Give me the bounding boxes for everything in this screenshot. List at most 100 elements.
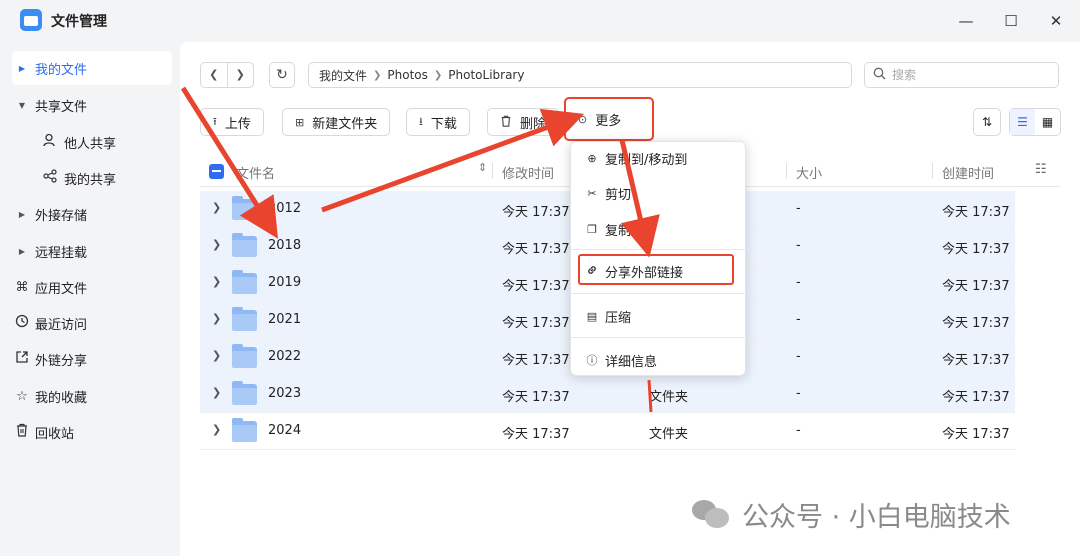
column-settings-icon[interactable]: ☷ [1035, 162, 1047, 177]
chevron-right-icon: ❯ [373, 69, 382, 81]
trash-icon [500, 115, 512, 130]
sidebar-item-my-shares[interactable]: 我的共享 [12, 161, 172, 195]
watermark: 公众号 · 小白电脑技术 [692, 494, 1011, 534]
history-nav: ❮ ❯ [200, 62, 254, 88]
chevron-right-icon[interactable]: ❯ [212, 349, 221, 362]
user-icon [40, 133, 60, 151]
row-name: 2023 [268, 386, 302, 401]
menu-item-label: 详细信息 [605, 354, 658, 370]
folder-icon [232, 418, 257, 442]
title-bar: 文件管理 — ☐ ✕ [0, 0, 1080, 42]
menu-item-copy-move[interactable]: ⊕ 复制到/移动到 [571, 143, 747, 173]
sidebar-item-external-storage[interactable]: ▶ 外接存储 [12, 197, 172, 231]
sort-button[interactable]: ⇅ [973, 108, 1001, 136]
wechat-logo-icon [692, 496, 732, 532]
row-created: 今天 17:37 [942, 316, 1010, 331]
trash-icon [12, 423, 32, 441]
breadcrumb-item[interactable]: 我的文件 [319, 67, 367, 84]
refresh-button[interactable]: ↻ [269, 62, 295, 88]
sidebar: ▶ 我的文件 ▼ 共享文件 他人共享 我的共享 ▶ 外接存储 ▶ 远程挂载 ⌘ … [0, 42, 180, 556]
external-link-icon [12, 350, 32, 368]
header-size[interactable]: 大小 [796, 163, 822, 182]
back-button[interactable]: ❮ [201, 63, 228, 87]
command-icon: ⌘ [15, 279, 29, 295]
sidebar-item-app-files[interactable]: ⌘ 应用文件 [12, 270, 172, 304]
row-modified: 今天 17:37 [502, 279, 570, 294]
row-type: 文件夹 [649, 427, 689, 442]
menu-item-label: 压缩 [605, 310, 632, 326]
grid-view-icon[interactable]: ▦ [1035, 109, 1060, 135]
sidebar-item-remote-mount[interactable]: ▶ 远程挂载 [12, 234, 172, 268]
row-size: - [796, 275, 801, 290]
search-icon [873, 67, 886, 84]
upload-button[interactable]: ⭱ 上传 [200, 108, 264, 136]
folder-icon [232, 381, 257, 405]
row-type: 文件夹 [649, 390, 689, 405]
sidebar-item-label: 我的共享 [64, 172, 117, 188]
list-view-icon[interactable]: ☰ [1010, 109, 1035, 135]
table-row[interactable]: ❯ 2024 今天 17:37 文件夹 - 今天 17:37 [200, 413, 1015, 450]
breadcrumb-item[interactable]: Photos [387, 68, 427, 82]
sidebar-item-shared-files[interactable]: ▼ 共享文件 [12, 88, 172, 122]
sidebar-item-favorites[interactable]: ☆ 我的收藏 [12, 379, 172, 413]
header-modified[interactable]: 修改时间 [502, 163, 554, 182]
chevron-right-icon[interactable]: ❯ [212, 423, 221, 436]
chevron-right-icon[interactable]: ❯ [212, 386, 221, 399]
search-input[interactable] [892, 68, 1042, 82]
chevron-right-icon: ❯ [433, 69, 443, 81]
row-modified: 今天 17:37 [502, 316, 570, 331]
download-button[interactable]: ⭳ 下载 [406, 108, 470, 136]
maximize-button[interactable]: ☐ [999, 9, 1023, 33]
chevron-right-icon[interactable]: ❯ [212, 275, 221, 288]
minimize-button[interactable]: — [954, 9, 978, 33]
select-all-checkbox[interactable] [209, 164, 224, 179]
menu-item-compress[interactable]: ▤ 压缩 [571, 301, 747, 331]
header-name[interactable]: 文件名 [236, 163, 275, 182]
info-icon: ⓘ [586, 354, 598, 367]
row-modified: 今天 17:37 [502, 353, 570, 368]
table-row[interactable]: ❯ 2023 今天 17:37 文件夹 - 今天 17:37 [200, 376, 1015, 413]
sidebar-item-label: 我的文件 [35, 62, 88, 78]
sidebar-item-label: 应用文件 [35, 281, 88, 297]
sidebar-item-recycle-bin[interactable]: 回收站 [12, 415, 172, 449]
more-dots-icon: ⊙ [578, 112, 588, 126]
link-icon [585, 264, 599, 279]
context-menu: ⊕ 复制到/移动到 ✂ 剪切 ❐ 复制 分享外部链接 ▤ 压缩 ⓘ 详细信息 [570, 141, 747, 376]
sidebar-item-label: 外链分享 [35, 353, 88, 369]
clock-icon [12, 314, 32, 332]
sidebar-item-my-files[interactable]: ▶ 我的文件 [12, 51, 172, 85]
sidebar-item-external-share[interactable]: 外链分享 [12, 342, 172, 376]
menu-item-cut[interactable]: ✂ 剪切 [571, 178, 747, 208]
sidebar-item-shared-by-others[interactable]: 他人共享 [12, 125, 172, 159]
row-name: 2024 [268, 423, 302, 438]
more-button[interactable]: ⊙ 更多 [564, 97, 654, 141]
menu-item-details[interactable]: ⓘ 详细信息 [571, 345, 747, 375]
row-modified: 今天 17:37 [502, 427, 570, 442]
delete-button[interactable]: 删除 [487, 108, 560, 136]
chevron-right-icon[interactable]: ❯ [212, 312, 221, 325]
close-button[interactable]: ✕ [1044, 9, 1068, 33]
search-box[interactable] [864, 62, 1059, 88]
row-created: 今天 17:37 [942, 353, 1010, 368]
chevron-right-icon[interactable]: ❯ [212, 201, 221, 214]
row-size: - [796, 201, 801, 216]
menu-item-share-external-link[interactable]: 分享外部链接 [571, 256, 747, 286]
chevron-right-icon[interactable]: ❯ [212, 238, 221, 251]
share-icon [40, 169, 60, 187]
breadcrumb-item[interactable]: PhotoLibrary [448, 68, 524, 82]
more-label: 更多 [595, 113, 622, 129]
copy-move-icon: ⊕ [587, 151, 597, 165]
header-created[interactable]: 创建时间 [942, 163, 994, 182]
caret-down-icon: ▼ [18, 100, 26, 110]
column-divider [492, 163, 493, 179]
row-created: 今天 17:37 [942, 390, 1010, 405]
new-folder-button[interactable]: ⊞ 新建文件夹 [282, 108, 391, 136]
row-size: - [796, 423, 801, 438]
menu-item-copy[interactable]: ❐ 复制 [571, 214, 747, 244]
forward-button[interactable]: ❯ [228, 63, 254, 87]
menu-item-label: 剪切 [605, 187, 632, 203]
breadcrumb[interactable]: 我的文件 ❯ Photos ❯ PhotoLibrary [308, 62, 852, 88]
sidebar-item-label: 远程挂载 [35, 245, 88, 261]
sidebar-item-recent[interactable]: 最近访问 [12, 306, 172, 340]
menu-divider [571, 293, 747, 294]
